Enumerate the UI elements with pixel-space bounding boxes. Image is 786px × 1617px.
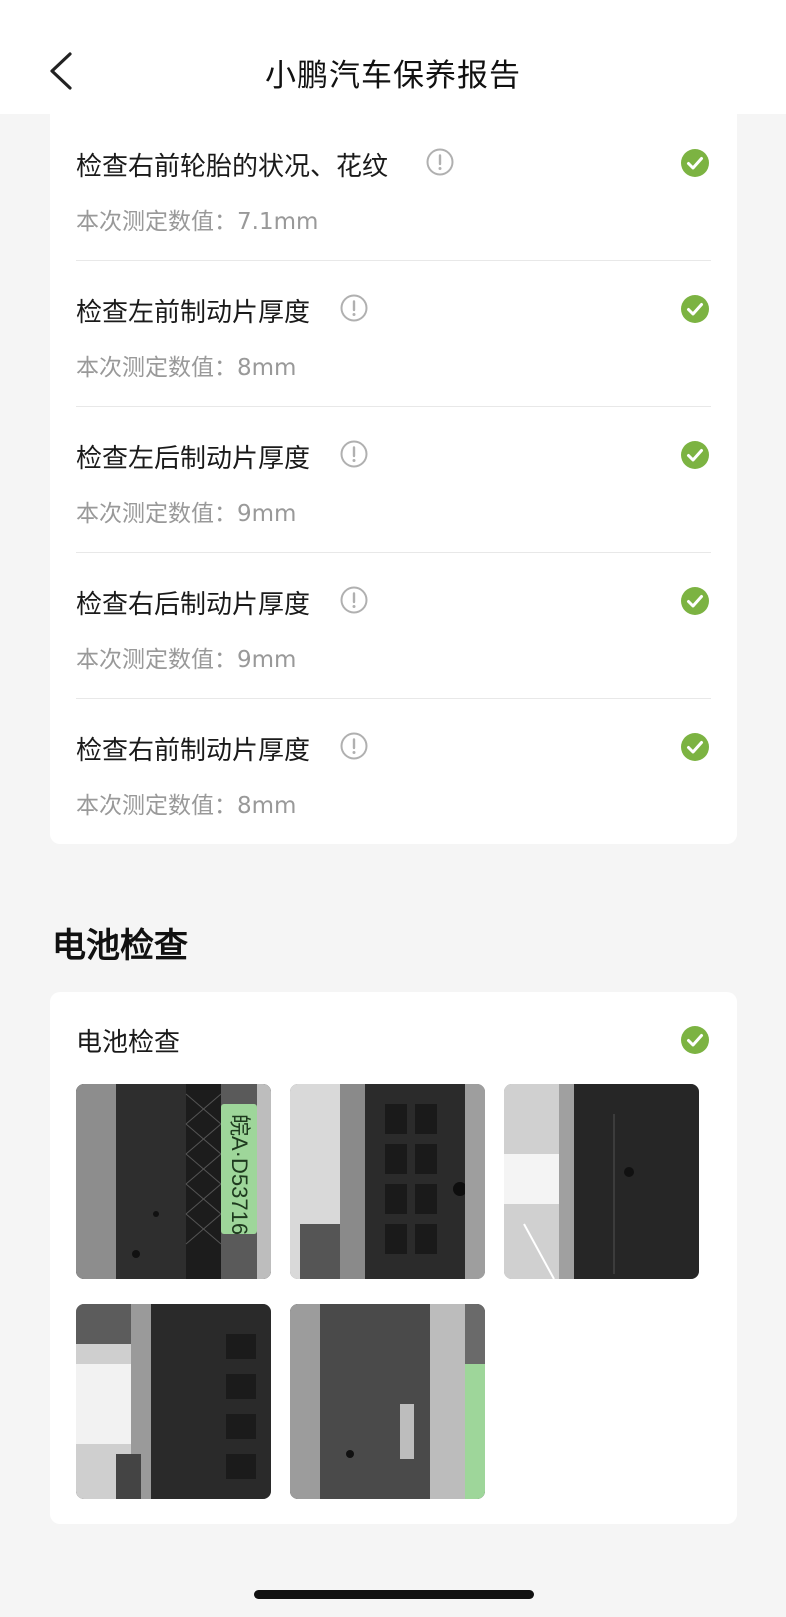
battery-photo[interactable] [504, 1084, 699, 1279]
item-value: 本次测定数值：8mm [76, 793, 297, 819]
inspection-item: 检查右后制动片厚度 本次测定数值：9mm [76, 552, 711, 698]
info-icon[interactable] [340, 440, 368, 468]
home-indicator [254, 1590, 534, 1599]
inspection-item: 检查左后制动片厚度 本次测定数值：9mm [76, 406, 711, 552]
inspection-item: 检查右前轮胎的状况、花纹 本次测定数值：7.1mm [76, 114, 711, 260]
item-title: 检查右前轮胎的状况、花纹 [76, 152, 389, 182]
item-title: 检查左前制动片厚度 [76, 298, 311, 328]
check-circle-icon [681, 587, 709, 615]
battery-photo[interactable]: 皖A·D53716 [76, 1084, 271, 1279]
inspection-list-card: 检查右前轮胎的状况、花纹 本次测定数值：7.1mm 检查左前制动片厚度 本次测定… [50, 114, 737, 844]
item-title: 检查左后制动片厚度 [76, 444, 311, 474]
item-title: 检查右后制动片厚度 [76, 590, 311, 620]
inspection-item: 检查右前制动片厚度 本次测定数值：8mm [76, 698, 711, 844]
photo-battery-underside [76, 1304, 271, 1499]
photo-battery-pack [290, 1084, 485, 1279]
item-value: 本次测定数值：7.1mm [76, 209, 319, 235]
check-circle-icon [681, 733, 709, 761]
check-circle-icon [681, 1026, 709, 1054]
page-title: 小鹏汽车保养报告 [265, 58, 521, 94]
section-title-battery: 电池检查 [52, 926, 188, 966]
item-value: 本次测定数值：9mm [76, 647, 297, 673]
inspection-item: 检查左前制动片厚度 本次测定数值：8mm [76, 260, 711, 406]
check-circle-icon [681, 441, 709, 469]
item-title: 检查右前制动片厚度 [76, 736, 311, 766]
photo-rear-plate [290, 1304, 485, 1499]
battery-item-label: 电池检查 [76, 1028, 181, 1058]
check-circle-icon [681, 295, 709, 323]
battery-photo[interactable] [76, 1304, 271, 1499]
battery-photo[interactable] [290, 1084, 485, 1279]
photo-underbody-grille: 皖A·D53716 [76, 1084, 271, 1279]
info-icon[interactable] [426, 148, 454, 176]
item-value: 本次测定数值：8mm [76, 355, 297, 381]
info-icon[interactable] [340, 294, 368, 322]
battery-photo[interactable] [290, 1304, 485, 1499]
info-icon[interactable] [340, 732, 368, 760]
info-icon[interactable] [340, 586, 368, 614]
battery-card: 电池检查 皖A·D53716 [50, 992, 737, 1524]
check-circle-icon [681, 149, 709, 177]
license-plate-text: 皖A·D53716 [227, 1114, 252, 1235]
item-value: 本次测定数值：9mm [76, 501, 297, 527]
photo-battery-side [504, 1084, 699, 1279]
nav-bar: 小鹏汽车保养报告 [0, 0, 786, 114]
